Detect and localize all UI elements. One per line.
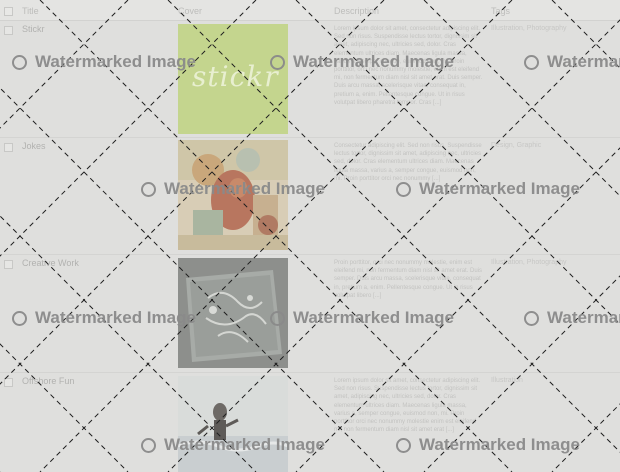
row-checkbox[interactable] xyxy=(4,26,13,35)
row-title[interactable]: Creative Work xyxy=(22,258,79,268)
column-header-tags: Tags xyxy=(491,6,511,16)
watermark-circle-icon xyxy=(12,310,27,326)
row-description: Lorem ipsum dolor sit amet, consectetur … xyxy=(334,378,481,434)
row-checkbox[interactable] xyxy=(4,378,13,387)
watermark-label: Watermarked Image xyxy=(524,52,620,72)
watermark-circle-icon xyxy=(524,310,539,326)
watermark-circle-icon xyxy=(396,181,411,197)
select-all-checkbox[interactable] xyxy=(4,7,13,16)
row-title[interactable]: Stickr xyxy=(22,24,45,34)
row-tags: Illustration, Photography xyxy=(491,25,567,32)
cover-logo-text: stickr xyxy=(192,60,279,93)
watermark-label: Watermarked Image xyxy=(270,308,454,328)
row-checkbox[interactable] xyxy=(4,260,13,269)
watermark-label: Watermarked Image xyxy=(396,179,580,199)
cover-image xyxy=(178,376,288,472)
table-row: Offshore Fun Lorem ipsum dolor sit amet,… xyxy=(0,372,620,472)
row-description: Proin porttitor, orci nec nonummy molest… xyxy=(334,260,483,299)
row-description: Consectetur adipiscing elit. Sed non ris… xyxy=(334,143,482,182)
row-tags: Design, Graphic xyxy=(491,142,542,149)
row-tags: Illustration xyxy=(491,377,523,384)
cover-illustration xyxy=(178,376,288,472)
watermark-circle-icon xyxy=(396,437,411,453)
watermark-circle-icon xyxy=(12,54,27,70)
column-header-cover: Cover xyxy=(178,6,203,16)
table-header: Title Cover Description Tags xyxy=(0,0,620,21)
row-checkbox[interactable] xyxy=(4,143,13,152)
watermark-circle-icon xyxy=(270,54,285,70)
watermark-circle-icon xyxy=(141,437,156,453)
watermark-label: Watermarked Image xyxy=(141,179,325,199)
watermark-label: Watermarked Image xyxy=(524,308,620,328)
watermark-label: Watermarked Image xyxy=(141,435,325,455)
row-tags: Illustration, Photography xyxy=(491,259,567,266)
watermark-circle-icon xyxy=(524,54,539,70)
table-row: Stickr stickr Lorem ipsum dolor sit amet… xyxy=(0,20,620,138)
column-header-description: Description xyxy=(334,6,380,16)
watermark-circle-icon xyxy=(141,181,156,197)
watermark-label: Watermarked Image xyxy=(396,435,580,455)
cover-image: stickr xyxy=(178,24,288,134)
column-header-title[interactable]: Title xyxy=(22,6,39,16)
row-title[interactable]: Jokes xyxy=(22,141,46,151)
watermark-label: Watermarked Image xyxy=(12,308,196,328)
watermark-label: Watermarked Image xyxy=(12,52,196,72)
row-title[interactable]: Offshore Fun xyxy=(22,376,74,386)
watermark-label: Watermarked Image xyxy=(270,52,454,72)
watermark-circle-icon xyxy=(270,310,285,326)
